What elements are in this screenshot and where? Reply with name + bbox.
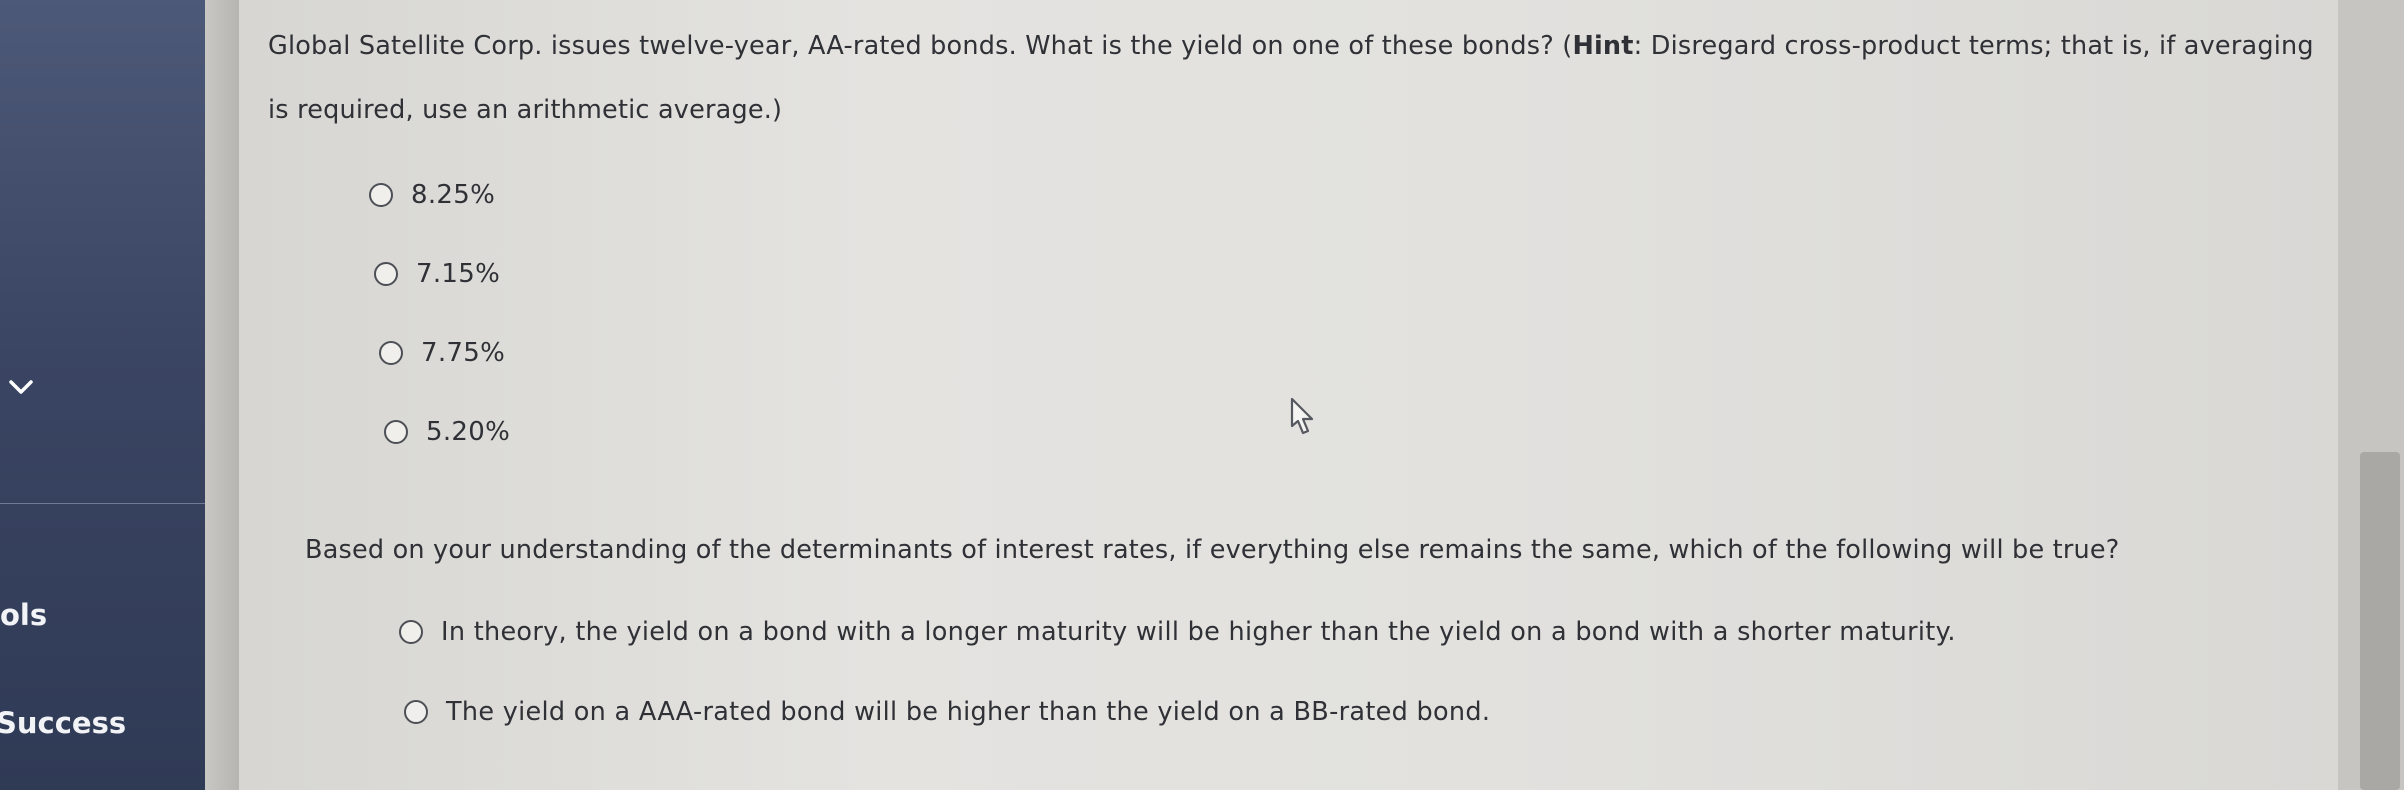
option-label: 5.20% [426, 417, 511, 447]
option-label: 8.25% [411, 180, 496, 210]
radio-button[interactable] [374, 262, 398, 286]
sidebar-divider [0, 503, 205, 504]
option-label: 7.15% [416, 259, 501, 289]
radio-button[interactable] [369, 183, 393, 207]
mouse-pointer-icon [1288, 396, 1322, 444]
radio-button[interactable] [379, 341, 403, 365]
question-2-prompt: Based on your understanding of the deter… [305, 535, 2120, 565]
q1-option-2[interactable]: 7.15% [374, 259, 500, 289]
sidebar-item-label: ols [0, 598, 48, 632]
q2-option-1[interactable]: In theory, the yield on a bond with a lo… [399, 617, 1956, 647]
sidebar-gutter [205, 0, 239, 790]
option-label: In theory, the yield on a bond with a lo… [441, 617, 1956, 647]
sidebar-item-success[interactable]: Success [0, 706, 126, 740]
sidebar-item-label: Success [0, 706, 127, 740]
option-label: 7.75% [421, 338, 506, 368]
q1-option-4[interactable]: 5.20% [384, 417, 510, 447]
q1-option-3[interactable]: 7.75% [379, 338, 505, 368]
radio-button[interactable] [384, 420, 408, 444]
scrollbar-thumb[interactable] [2360, 452, 2400, 790]
sidebar: ols Success [0, 0, 205, 790]
q1-option-1[interactable]: 8.25% [369, 180, 495, 210]
radio-button[interactable] [399, 620, 423, 644]
chevron-down-icon[interactable] [6, 372, 36, 402]
option-label: The yield on a AAA-rated bond will be hi… [446, 697, 1491, 727]
hint-label: Hint [1572, 31, 1634, 61]
question-1-prompt: Global Satellite Corp. issues twelve-yea… [268, 31, 2314, 125]
q2-option-2[interactable]: The yield on a AAA-rated bond will be hi… [404, 697, 1490, 727]
radio-button[interactable] [404, 700, 428, 724]
sidebar-item-tools[interactable]: ols [0, 598, 47, 632]
